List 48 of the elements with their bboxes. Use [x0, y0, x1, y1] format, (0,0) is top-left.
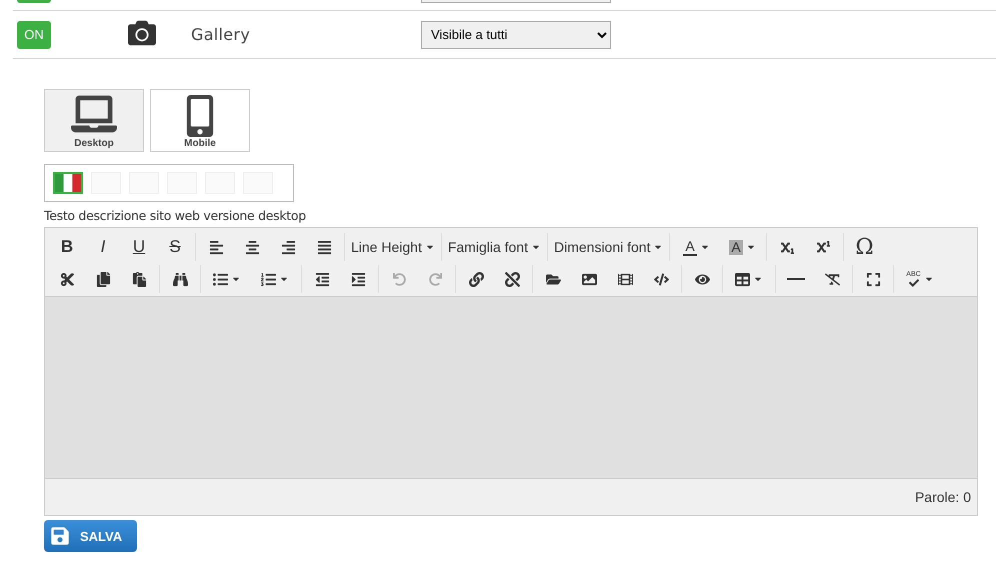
strikethrough-button[interactable]: S — [157, 233, 193, 261]
code-icon — [654, 272, 668, 286]
subscript-icon — [780, 240, 794, 254]
align-right-icon — [280, 240, 296, 254]
device-button[interactable]: Desktop — [44, 89, 144, 152]
copy-icon — [96, 272, 110, 286]
film-icon — [618, 272, 632, 286]
text-color-button[interactable]: A — [672, 233, 720, 261]
image-icon — [582, 272, 596, 286]
device-button[interactable]: Mobile — [150, 89, 250, 152]
eye-icon — [694, 272, 710, 286]
visibility-select[interactable]: Visibile a tutti — [421, 20, 611, 48]
clipboard-icon — [132, 272, 146, 286]
table-icon — [735, 272, 750, 286]
clear-format-icon — [824, 272, 840, 286]
italy-flag-icon — [55, 174, 81, 192]
bullet-list-icon — [213, 272, 228, 286]
folder-icon — [546, 272, 560, 286]
font-family-dropdown[interactable]: Famiglia font — [444, 233, 545, 261]
flag-button[interactable] — [53, 172, 83, 194]
align-center-icon — [244, 240, 260, 254]
justify-icon — [316, 240, 332, 254]
outdent-icon — [314, 272, 330, 286]
numbered-list-icon — [261, 272, 276, 286]
scissors-icon — [60, 272, 74, 286]
row-name: Gallery — [191, 25, 252, 44]
binoculars-icon — [172, 272, 188, 286]
undo-icon — [392, 272, 406, 286]
font-size-dropdown[interactable]: Dimensioni font — [550, 233, 668, 261]
align-left-icon — [208, 240, 224, 254]
field-label: Testo descrizione sito web versione desktop — [44, 208, 307, 223]
camera-icon — [128, 18, 156, 46]
expand-icon — [866, 272, 880, 286]
italic-button[interactable]: I — [85, 233, 121, 261]
superscript-icon — [816, 240, 830, 254]
broken-link-icon — [504, 272, 520, 286]
line-height-dropdown[interactable]: Line Height — [347, 233, 439, 261]
save-button[interactable]: SALVA — [44, 520, 137, 552]
special-characters-button[interactable]: Ω — [846, 233, 882, 261]
redo-icon — [428, 272, 442, 286]
background-color-button[interactable]: A — [720, 233, 764, 261]
indent-icon — [350, 272, 366, 286]
line-icon — [787, 278, 805, 280]
bold-button[interactable]: B — [49, 233, 85, 261]
underline-button[interactable]: U — [121, 233, 157, 261]
link-icon — [468, 272, 484, 286]
check-icon — [908, 278, 918, 288]
word-count: Parole: 0 — [914, 489, 971, 505]
